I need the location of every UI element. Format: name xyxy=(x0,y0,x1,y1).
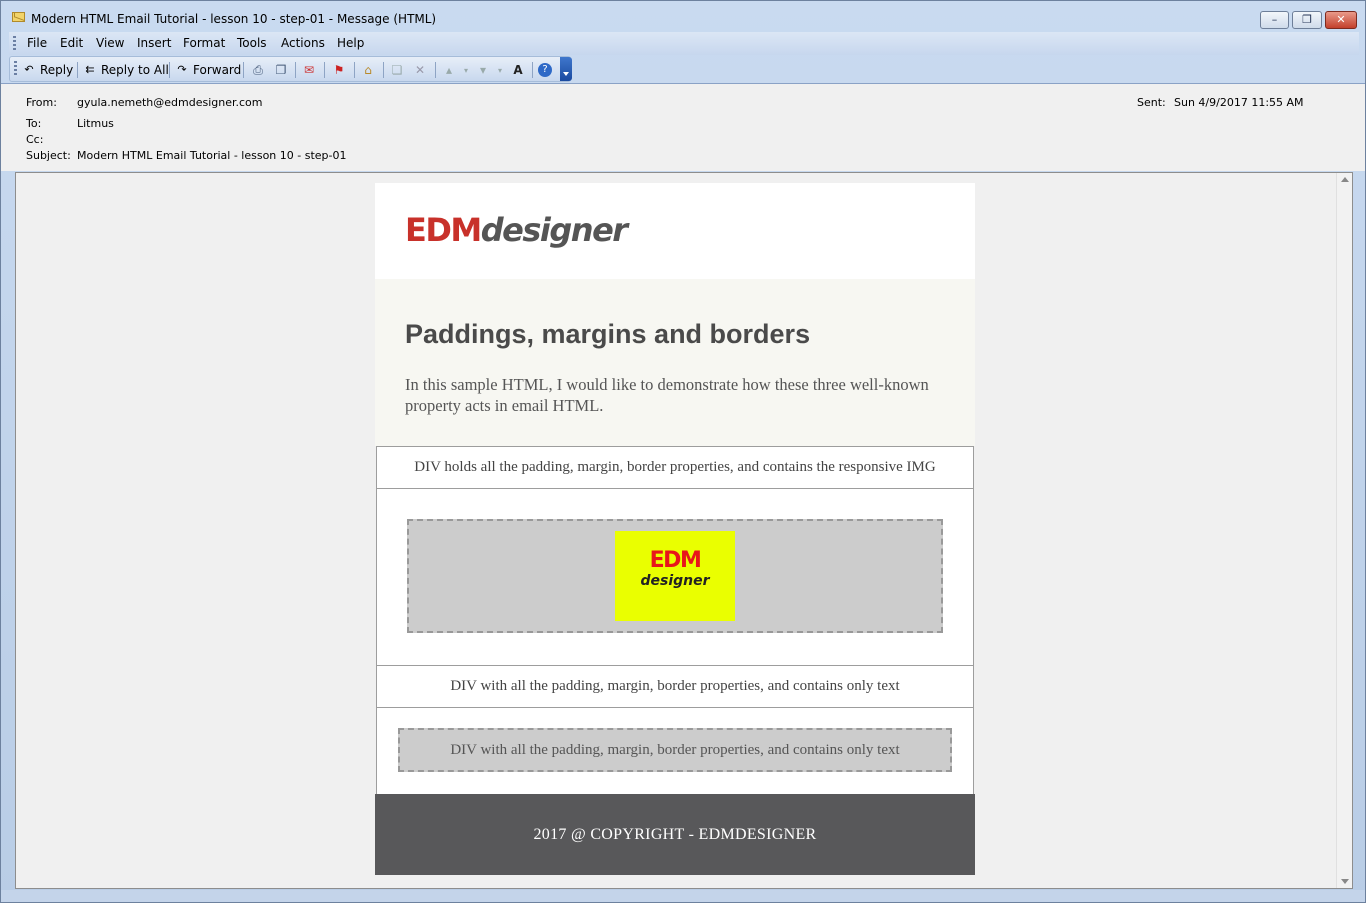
reply-all-icon: ⇇ xyxy=(85,63,95,76)
reply-icon: ↶ xyxy=(24,63,34,76)
window-title: Modern HTML Email Tutorial - lesson 10 -… xyxy=(31,12,437,26)
next-dropdown-icon[interactable]: ▾ xyxy=(492,63,508,78)
toolbar-separator xyxy=(532,62,533,78)
address-book-icon[interactable]: ⌂ xyxy=(360,63,376,78)
logo-designer-text: designer xyxy=(480,211,628,249)
standard-toolbar: ↶ Reply ⇇ Reply to All ↷ Forward ⎙ ❐ ✉ ⚑ ⌂ … xyxy=(9,56,572,82)
from-label: From: xyxy=(26,96,57,109)
menu-format[interactable]: Format xyxy=(183,36,225,50)
forward-button[interactable]: ↷ Forward xyxy=(175,61,241,79)
window-bottom-border xyxy=(1,890,1365,902)
email-intro: In this sample HTML, I would like to dem… xyxy=(405,375,929,415)
move-icon[interactable]: ❏ xyxy=(389,63,405,78)
message-window: Modern HTML Email Tutorial - lesson 10 -… xyxy=(0,0,1366,903)
toolbar-separator xyxy=(169,62,170,78)
text-div-label: DIV with all the padding, margin, border… xyxy=(376,665,974,708)
minimize-button[interactable]: – xyxy=(1260,11,1289,29)
text-section: DIV with all the padding, margin, border… xyxy=(376,708,974,794)
copy-icon[interactable]: ❐ xyxy=(273,63,289,78)
previous-icon[interactable]: ▴ xyxy=(441,63,457,78)
subject-label: Subject: xyxy=(26,149,71,162)
reply-button[interactable]: ↶ Reply xyxy=(22,61,73,79)
menu-actions[interactable]: Actions xyxy=(281,36,325,50)
font-size-icon[interactable]: A xyxy=(510,63,526,78)
close-button[interactable]: ✕ xyxy=(1325,11,1357,29)
menu-tools[interactable]: Tools xyxy=(237,36,267,50)
to-row: To: Litmus xyxy=(26,117,114,130)
hero-section: Paddings, margins and borders In this sa… xyxy=(375,279,975,446)
message-body[interactable]: EDMdesigner Paddings, margins and border… xyxy=(15,172,1353,889)
image-div-label: DIV holds all the padding, margin, borde… xyxy=(376,446,974,489)
responsive-image: EDM designer xyxy=(615,531,735,621)
toolbar-separator xyxy=(354,62,355,78)
reply-all-label: Reply to All xyxy=(101,63,169,77)
cc-row: Cc: xyxy=(26,133,77,146)
flag-icon[interactable]: ⚑ xyxy=(331,63,347,78)
forward-icon: ↷ xyxy=(177,63,187,76)
minimize-icon: – xyxy=(1271,13,1278,26)
reply-label: Reply xyxy=(40,63,74,77)
scroll-down-icon[interactable] xyxy=(1341,879,1349,884)
image-section: EDM designer xyxy=(376,489,974,665)
toolbar-separator xyxy=(435,62,436,78)
cc-label: Cc: xyxy=(26,133,44,146)
from-value[interactable]: gyula.nemeth@edmdesigner.com xyxy=(77,96,263,109)
text-div-box: DIV with all the padding, margin, border… xyxy=(398,728,952,772)
subject-row: Subject: Modern HTML Email Tutorial - les… xyxy=(26,149,347,162)
sent-value: Sun 4/9/2017 11:55 AM xyxy=(1174,96,1304,109)
menu-help[interactable]: Help xyxy=(337,36,364,50)
toolbar-separator xyxy=(383,62,384,78)
image-designer-text: designer xyxy=(640,573,710,589)
menu-file[interactable]: File xyxy=(27,36,47,50)
to-label: To: xyxy=(26,117,42,130)
email-footer: 2017 @ COPYRIGHT - EDMDESIGNER xyxy=(375,794,975,875)
vertical-scrollbar[interactable] xyxy=(1336,173,1352,888)
from-row: From: gyula.nemeth@edmdesigner.com xyxy=(26,96,263,109)
previous-dropdown-icon[interactable]: ▾ xyxy=(458,63,474,78)
print-icon[interactable]: ⎙ xyxy=(250,63,266,78)
email-title: Paddings, margins and borders xyxy=(405,319,811,349)
edmdesigner-logo[interactable]: EDMdesigner xyxy=(405,211,628,249)
delete-junk-icon[interactable]: ✉ xyxy=(301,63,317,78)
scroll-up-icon[interactable] xyxy=(1341,177,1349,182)
image-div-box: EDM designer xyxy=(407,519,943,633)
toolbar-separator xyxy=(324,62,325,78)
forward-label: Forward xyxy=(193,63,242,77)
menu-view[interactable]: View xyxy=(96,36,124,50)
delete-icon[interactable]: ✕ xyxy=(412,63,428,78)
subject-value: Modern HTML Email Tutorial - lesson 10 -… xyxy=(77,149,347,162)
menu-bar: File Edit View Insert Format Tools Actio… xyxy=(9,32,1359,55)
next-icon[interactable]: ▾ xyxy=(475,63,491,78)
menu-edit[interactable]: Edit xyxy=(60,36,83,50)
title-bar: Modern HTML Email Tutorial - lesson 10 -… xyxy=(1,1,1365,31)
close-icon: ✕ xyxy=(1336,13,1346,26)
toolbar-grip[interactable] xyxy=(14,61,17,76)
to-value[interactable]: Litmus xyxy=(77,117,114,130)
maximize-icon: ❐ xyxy=(1302,13,1312,26)
toolbar-separator xyxy=(77,62,78,78)
logo-edm-text: EDM xyxy=(405,211,482,249)
image-edm-text: EDM xyxy=(649,548,702,573)
menu-grip[interactable] xyxy=(13,36,16,51)
sent-label: Sent: xyxy=(1137,96,1166,109)
email-container: EDMdesigner Paddings, margins and border… xyxy=(375,183,975,875)
toolbar-separator xyxy=(243,62,244,78)
help-icon[interactable]: ? xyxy=(538,63,552,77)
logo-section: EDMdesigner xyxy=(375,183,975,279)
message-header: From: gyula.nemeth@edmdesigner.com To: Lit… xyxy=(1,83,1365,171)
sent-row: Sent: Sun 4/9/2017 11:55 AM xyxy=(1137,96,1304,109)
maximize-button[interactable]: ❐ xyxy=(1292,11,1322,29)
envelope-icon xyxy=(12,12,25,22)
toolbar-options-icon[interactable] xyxy=(560,57,572,81)
menu-insert[interactable]: Insert xyxy=(137,36,171,50)
toolbar-separator xyxy=(295,62,296,78)
reply-all-button[interactable]: ⇇ Reply to All xyxy=(83,61,169,79)
